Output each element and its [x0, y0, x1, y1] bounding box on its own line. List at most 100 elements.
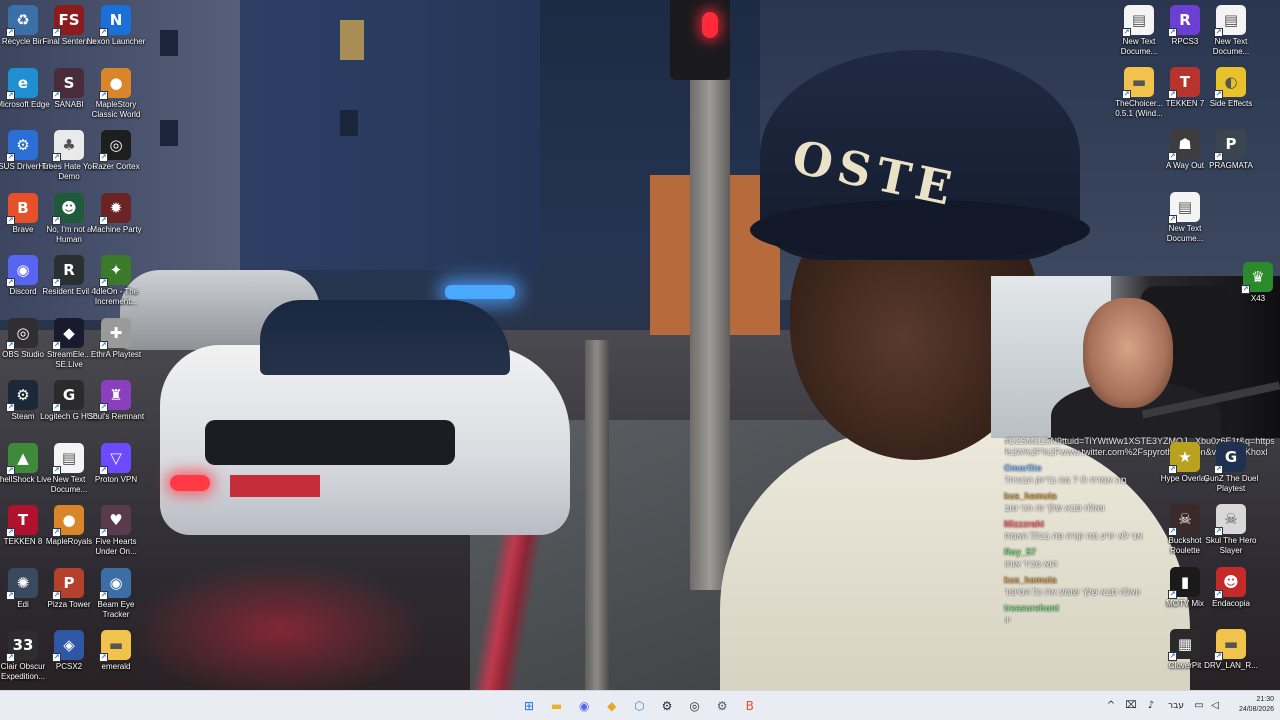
buckshot-roulette-icon: ☠ ↗ — [1168, 504, 1200, 536]
desktop-icon[interactable]: ♜ ↗ Soul's Remnant — [86, 380, 146, 422]
motv-mix-icon: ▮ ↗ — [1168, 567, 1200, 599]
maplestory-classic-icon: ● ↗ — [99, 67, 131, 100]
shortcut-arrow-icon: ↗ — [99, 403, 108, 412]
desktop-icon[interactable]: ◉ ↗ Beam Eye Tracker — [86, 567, 146, 620]
obs-icon[interactable]: ◎ — [685, 696, 705, 716]
shortcut-arrow-icon: ↗ — [1241, 285, 1250, 294]
desktop-icon-label: Five Hearts Under On... — [95, 537, 137, 556]
desktop-icon[interactable]: ✹ ↗ Machine Party — [86, 192, 146, 235]
shortcut-arrow-icon: ↗ — [1214, 652, 1223, 661]
discord-icon[interactable]: ◉ — [574, 696, 594, 716]
obs-icon: ◎ ↗ — [6, 317, 38, 350]
idleon-icon: ✦ ↗ — [99, 255, 131, 287]
shortcut-arrow-icon: ↗ — [99, 28, 108, 37]
desktop-icon[interactable]: ▬ ↗ emerald — [86, 630, 146, 672]
text-document-icon: ▤ ↗ — [1122, 5, 1154, 37]
text-document-icon: ▤ ↗ — [1168, 192, 1200, 224]
shortcut-arrow-icon: ↗ — [52, 653, 61, 662]
building — [240, 0, 540, 270]
vpn-icon[interactable]: ⬡ — [629, 696, 649, 716]
mapleroyals-icon: ● ↗ — [52, 505, 84, 537]
shortcut-arrow-icon: ↗ — [1168, 28, 1177, 37]
desktop-icon-label: Endacopia — [1212, 599, 1250, 608]
steam-icon[interactable]: ⚙ — [657, 696, 677, 716]
red-light-reflection — [130, 560, 430, 690]
sanabi-icon: S ↗ — [52, 67, 84, 100]
pcsx2-icon: ◈ ↗ — [52, 630, 84, 662]
shortcut-arrow-icon: ↗ — [99, 340, 108, 350]
discord-icon: ◉ ↗ — [6, 255, 38, 287]
shortcut-arrow-icon: ↗ — [99, 590, 108, 600]
brave-icon[interactable]: B — [740, 696, 760, 716]
hype-overlay-icon: ★ ↗ — [1168, 442, 1200, 474]
street-pole — [585, 340, 609, 690]
shortcut-arrow-icon: ↗ — [52, 278, 61, 287]
shortcut-arrow-icon: ↗ — [99, 653, 108, 662]
rpcs3-icon: R ↗ — [1168, 5, 1200, 37]
shortcut-arrow-icon: ↗ — [52, 403, 61, 412]
shortcut-arrow-icon: ↗ — [1122, 28, 1131, 37]
streamelements-icon[interactable]: ◆ — [602, 696, 622, 716]
shortcut-arrow-icon: ↗ — [6, 90, 15, 100]
shortcut-arrow-icon: ↗ — [1168, 215, 1177, 224]
gunz-icon: G ↗ — [1214, 442, 1246, 474]
shortcut-arrow-icon: ↗ — [52, 340, 61, 350]
desktop-icon-label: Proton VPN — [94, 474, 138, 484]
desktop-icon[interactable]: ✦ ↗ IdleOn - The Increment... — [86, 255, 146, 307]
desktop-icon[interactable]: ✚ ↗ EthrA Playtest — [86, 317, 146, 360]
microphone-icon[interactable]: ♪ — [1144, 698, 1158, 714]
desktop-icon-label: PRAGMATA — [1209, 161, 1253, 170]
clock[interactable]: 21:30 24/08/2026 — [1222, 695, 1274, 715]
desktop-icon-label: GunZ The Duel Playtest — [1203, 474, 1259, 493]
window — [340, 110, 358, 136]
network-icon[interactable]: ⌧ — [1124, 698, 1138, 714]
desktop-icon[interactable]: ▤ ↗ New Text Docume... — [1201, 5, 1261, 57]
shortcut-arrow-icon: ↗ — [1168, 465, 1177, 474]
desktop-icon[interactable]: ◎ ↗ Razer Cortex — [86, 130, 146, 172]
desktop-icon[interactable]: ▬ ↗ DRV_LAN_R... — [1201, 629, 1261, 671]
text-document-icon: ▤ ↗ — [1214, 5, 1246, 37]
desktop-icon[interactable]: G ↗ GunZ The Duel Playtest — [1201, 442, 1261, 494]
volume-icon[interactable]: ◁ — [1208, 698, 1222, 714]
file-explorer-icon[interactable]: ▬ — [547, 696, 567, 716]
shortcut-arrow-icon: ↗ — [1168, 90, 1177, 99]
shortcut-arrow-icon: ↗ — [1214, 590, 1223, 599]
desktop-icon[interactable]: ♥ ↗ Five Hearts Under On... — [86, 505, 146, 557]
proton-vpn-icon: ▽ ↗ — [99, 442, 131, 475]
clair-obscur-icon: 33 ↗ — [6, 630, 38, 662]
desktop-icon[interactable]: ☠ ↗ Skul The Hero Slayer — [1201, 504, 1261, 556]
desktop-icon[interactable]: ◐ ↗ Side Effects — [1201, 67, 1261, 109]
show-hidden-icons-button[interactable]: ^ — [1104, 698, 1118, 714]
police-car-windshield — [260, 300, 510, 375]
desktop-icon[interactable]: P ↗ PRAGMATA — [1201, 129, 1261, 171]
police-lightbar — [445, 285, 515, 299]
desktop-icon-label: DRV_LAN_R... — [1204, 661, 1258, 670]
language-indicator[interactable]: עבר — [1164, 698, 1188, 714]
shortcut-arrow-icon: ↗ — [99, 90, 108, 100]
desktop-icon-label: X43 — [1250, 294, 1266, 303]
desktop-icon[interactable]: ▽ ↗ Proton VPN — [86, 442, 146, 485]
five-hearts-icon: ♥ ↗ — [99, 505, 131, 537]
desktop-icon[interactable]: ▤ ↗ New Text Docume... — [1155, 192, 1215, 244]
endacopia-icon: ☻ ↗ — [1214, 567, 1246, 599]
desktop-icon-label: Skul The Hero Slayer — [1205, 536, 1257, 555]
police-car-grille — [205, 420, 455, 465]
street-pole — [690, 80, 730, 590]
start-button[interactable]: ⊞ — [519, 696, 539, 716]
shortcut-arrow-icon: ↗ — [52, 28, 61, 37]
settings-icon[interactable]: ⚙ — [712, 696, 732, 716]
taskbar: ⊞ ▬ ◉ ◆ ⬡ ⚙ ◎ ⚙ B ^ ⌧ ♪ עבר ▭ ◁ 21:30 24/08/2026 — [0, 690, 1280, 720]
brave-icon: B ↗ — [6, 192, 38, 225]
desktop-icon[interactable]: ♛ ↗ X43 — [1228, 262, 1280, 304]
desktop-icon[interactable]: N ↗ Nexon Launcher — [86, 5, 146, 47]
streamelements-icon: ◆ ↗ — [52, 317, 84, 350]
shortcut-arrow-icon: ↗ — [1214, 527, 1223, 536]
shellshock-icon: ▲ ↗ — [6, 442, 38, 475]
notification-icon[interactable]: ▭ — [1192, 698, 1206, 714]
desktop-icon[interactable]: ☻ ↗ Endacopia — [1201, 567, 1261, 609]
shortcut-arrow-icon: ↗ — [52, 590, 61, 600]
shortcut-arrow-icon: ↗ — [99, 528, 108, 537]
desktop-icon[interactable]: ● ↗ MapleStory Classic World — [86, 67, 146, 120]
clock-time: 21:30 — [1256, 696, 1274, 703]
asus-driverhub-icon: ⚙ ↗ — [6, 130, 38, 162]
